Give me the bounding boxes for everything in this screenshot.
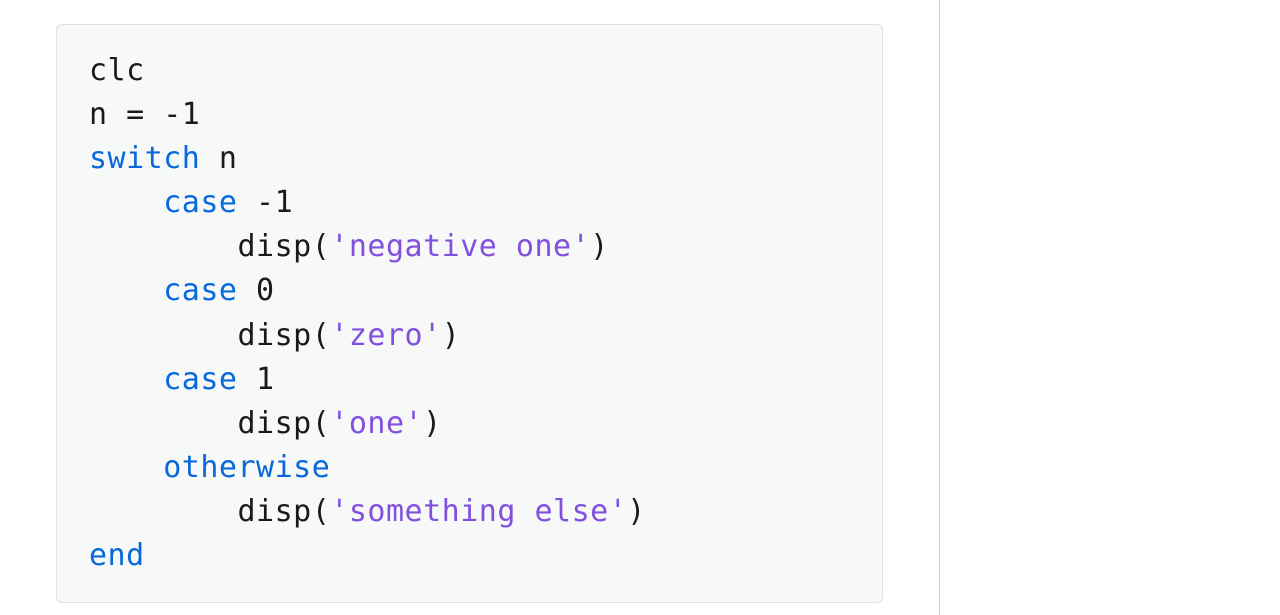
- code-token: [89, 185, 163, 220]
- code-token: [89, 273, 163, 308]
- code-block[interactable]: clc n = -1 switch n case -1 disp('negati…: [56, 24, 883, 603]
- code-token: 'negative one': [330, 229, 590, 264]
- code-token: 'one': [330, 406, 423, 441]
- code-token: otherwise: [163, 450, 330, 485]
- code-token: n: [200, 141, 237, 176]
- code-token: disp(: [89, 494, 330, 529]
- code-token: disp(: [89, 406, 330, 441]
- code-token: case: [163, 273, 237, 308]
- code-token: 1: [238, 362, 275, 397]
- code-token: switch: [89, 141, 200, 176]
- code-token: end: [89, 538, 145, 573]
- code-token: clc: [89, 53, 145, 88]
- code-token: n = -1: [89, 97, 200, 132]
- code-token: 'something else': [330, 494, 627, 529]
- sidebar: [940, 0, 1280, 615]
- code-token: [89, 362, 163, 397]
- code-token: ): [442, 318, 461, 353]
- code-token: disp(: [89, 229, 330, 264]
- code-token: ): [423, 406, 442, 441]
- code-token: [89, 450, 163, 485]
- code-token: -1: [238, 185, 294, 220]
- code-token: case: [163, 185, 237, 220]
- code-token: 0: [238, 273, 275, 308]
- code-token: case: [163, 362, 237, 397]
- code-token: ): [627, 494, 646, 529]
- content-area: clc n = -1 switch n case -1 disp('negati…: [0, 0, 940, 615]
- code-token: disp(: [89, 318, 330, 353]
- code-token: ): [590, 229, 609, 264]
- code-token: 'zero': [330, 318, 441, 353]
- main-container: clc n = -1 switch n case -1 disp('negati…: [0, 0, 1280, 615]
